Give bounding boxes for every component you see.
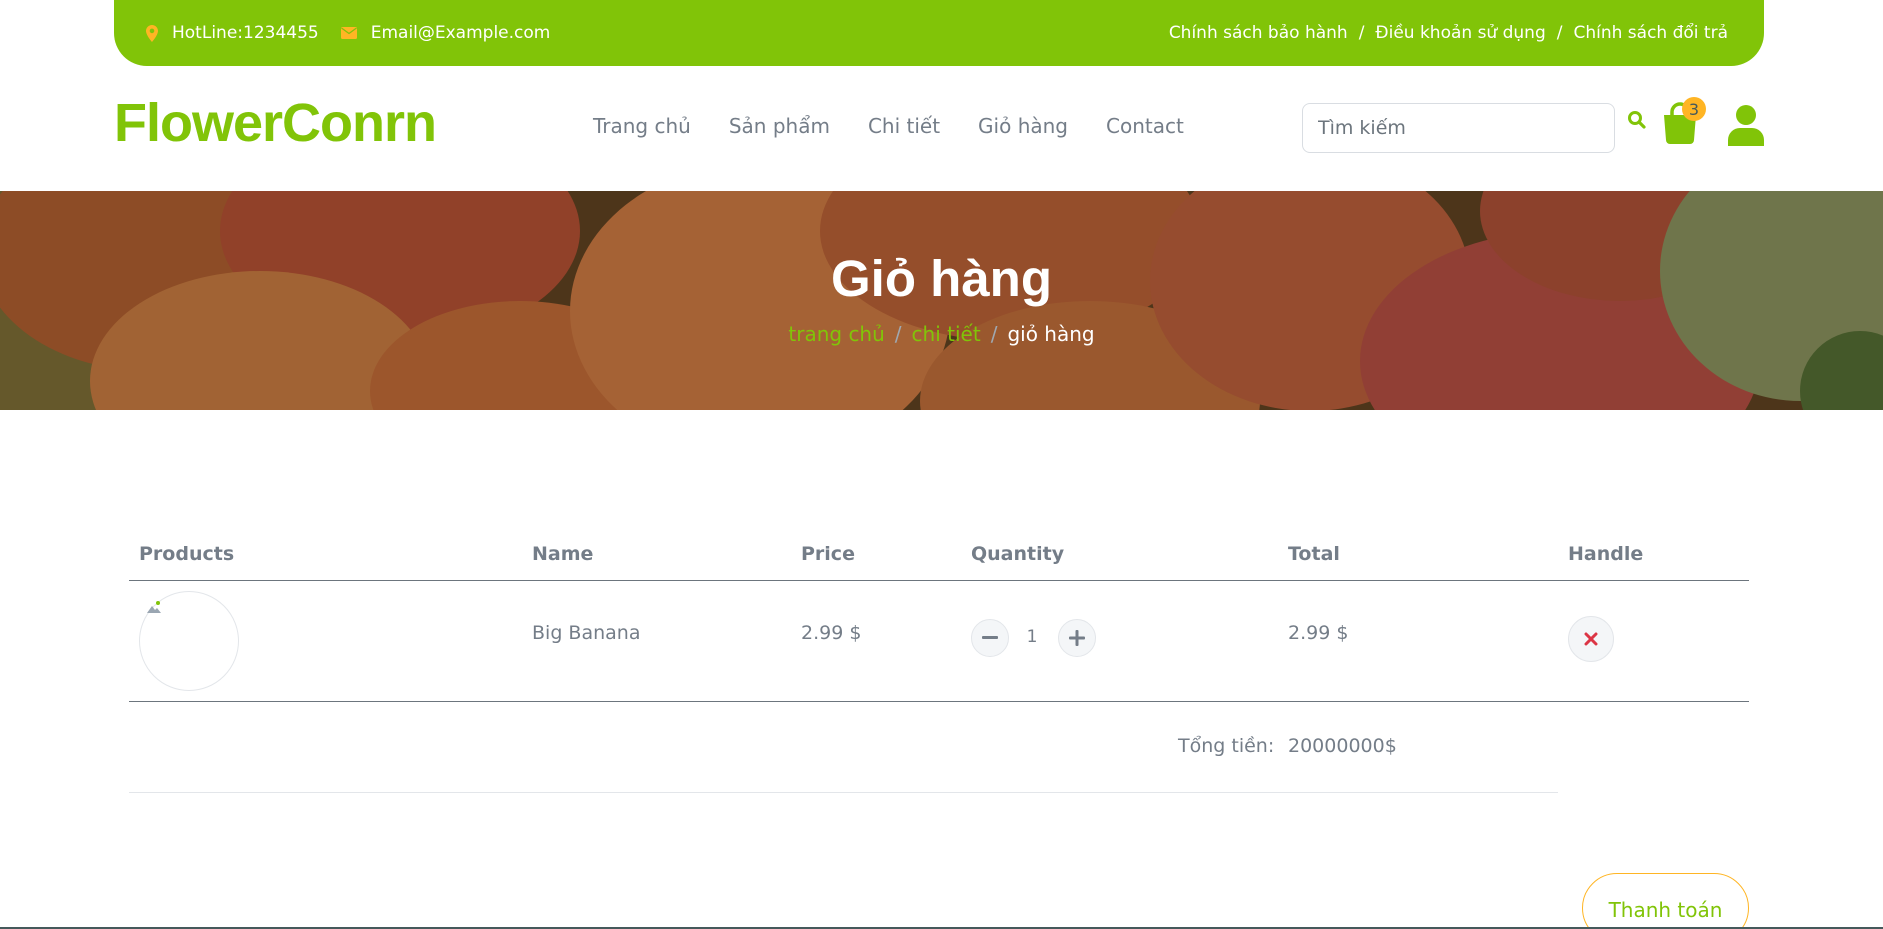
link-separator: / (1556, 23, 1563, 43)
column-header-total: Total (1288, 543, 1340, 565)
hotline-text: HotLine:1234455 (172, 23, 319, 43)
increase-quantity-button[interactable] (1058, 619, 1096, 657)
times-icon (1584, 632, 1598, 646)
terms-of-use-link[interactable]: Điều khoản sử dụng (1375, 23, 1545, 43)
cart-count-badge: 3 (1682, 97, 1706, 121)
minus-icon (982, 636, 998, 639)
remove-item-button[interactable] (1568, 616, 1614, 662)
product-total: 2.99 $ (1288, 622, 1349, 644)
breadcrumb-home[interactable]: trang chủ (788, 322, 884, 346)
breadcrumb-current: giỏ hàng (1007, 322, 1095, 346)
search-input[interactable] (1302, 103, 1615, 153)
hotline-info: HotLine:1234455 (146, 23, 319, 43)
total-value: 20000000$ (1288, 735, 1397, 757)
warranty-policy-link[interactable]: Chính sách bảo hành (1169, 23, 1348, 43)
column-header-name: Name (532, 543, 594, 565)
plus-icon (1069, 630, 1085, 646)
email-text: Email@Example.com (370, 23, 551, 43)
quantity-input[interactable]: 1 (1018, 627, 1046, 647)
site-logo[interactable]: FlowerConrn (114, 92, 437, 154)
return-policy-link[interactable]: Chính sách đổi trả (1573, 23, 1728, 43)
column-header-products: Products (139, 543, 235, 565)
breadcrumb-details[interactable]: chi tiết (912, 322, 981, 346)
column-header-quantity: Quantity (971, 543, 1065, 565)
page-title: Giỏ hàng (831, 250, 1052, 307)
nav-item-products[interactable]: Sản phẩm (729, 114, 830, 138)
breadcrumb-separator: / (894, 322, 902, 346)
breadcrumb-separator: / (990, 322, 998, 346)
broken-image-icon (147, 601, 161, 613)
link-separator: / (1358, 23, 1365, 43)
breadcrumb: trang chủ / chi tiết / giỏ hàng (0, 322, 1883, 346)
checkout-button[interactable]: Thanh toán (1582, 873, 1749, 929)
total-label: Tổng tiền: (1178, 735, 1275, 757)
main-nav: Trang chủ Sản phẩm Chi tiết Giỏ hàng Con… (593, 114, 1184, 138)
nav-item-home[interactable]: Trang chủ (593, 114, 691, 138)
product-price: 2.99 $ (801, 622, 862, 644)
column-header-price: Price (801, 543, 855, 565)
nav-item-contact[interactable]: Contact (1106, 114, 1184, 138)
cart-total-row: Tổng tiền: 20000000$ (129, 702, 1558, 793)
nav-item-details[interactable]: Chi tiết (868, 114, 940, 138)
search-icon[interactable] (1627, 110, 1647, 134)
page-header-banner: Giỏ hàng trang chủ / chi tiết / giỏ hàng (0, 191, 1883, 410)
topbar-links: Chính sách bảo hành / Điều khoản sử dụng… (1169, 23, 1728, 43)
email-info: Email@Example.com (340, 23, 551, 43)
envelope-icon (340, 27, 357, 39)
topbar: HotLine:1234455 Email@Example.com Chính … (114, 0, 1764, 66)
product-name: Big Banana (532, 622, 641, 644)
decrease-quantity-button[interactable] (971, 619, 1009, 657)
product-image (139, 591, 239, 691)
nav-item-cart[interactable]: Giỏ hàng (978, 114, 1068, 138)
table-row: Big Banana 2.99 $ 1 2.99 $ (129, 581, 1749, 702)
user-icon[interactable] (1727, 104, 1765, 150)
topbar-contact: HotLine:1234455 Email@Example.com (146, 23, 572, 43)
table-header: Products Name Price Quantity Total Handl… (129, 535, 1749, 581)
map-marker-icon (146, 24, 158, 42)
cart-table: Products Name Price Quantity Total Handl… (129, 535, 1749, 793)
column-header-handle: Handle (1568, 543, 1644, 565)
